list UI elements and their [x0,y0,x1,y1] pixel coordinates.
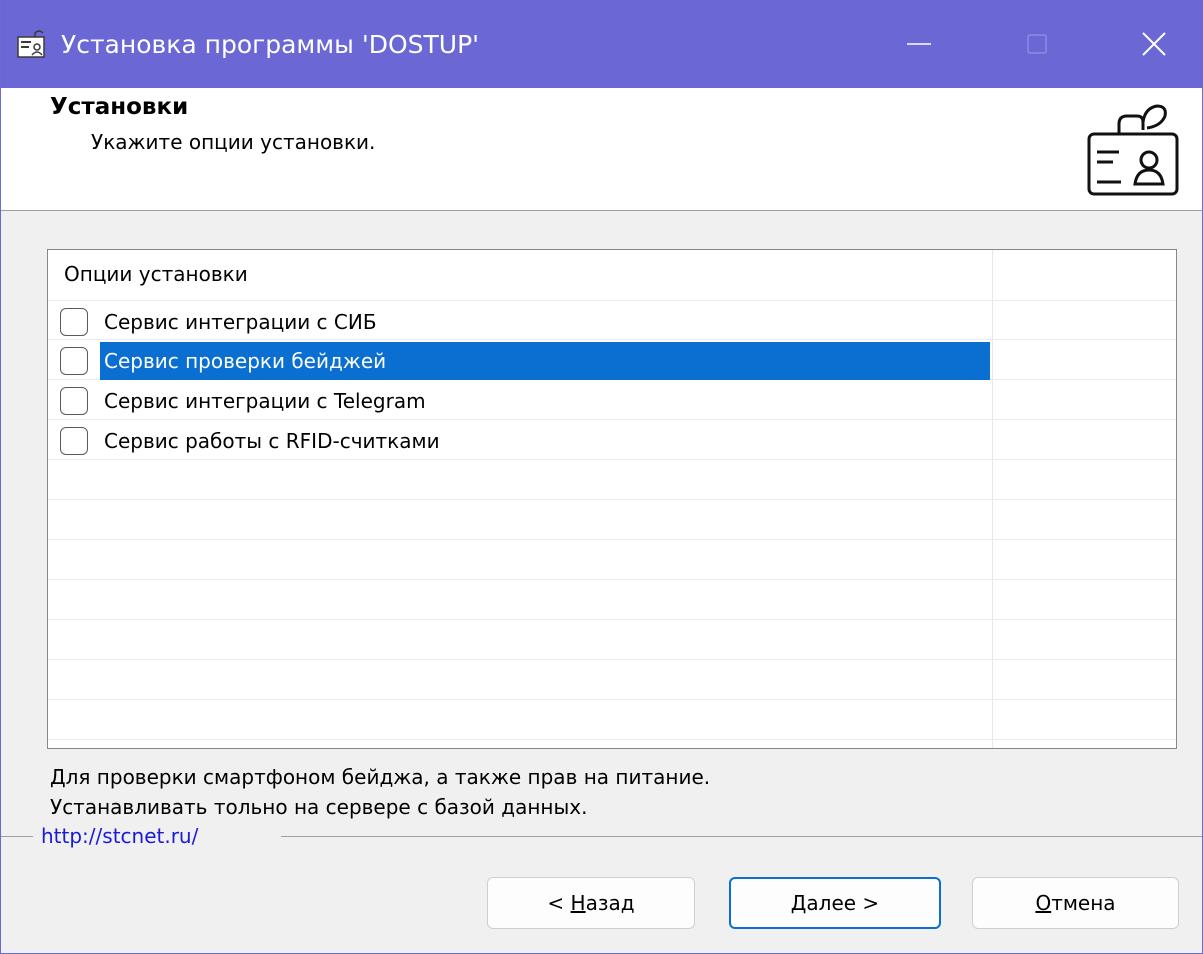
badge-id-card-icon [1087,104,1179,196]
maximize-icon [1027,34,1047,54]
separator [1,836,33,837]
minimize-button[interactable] [889,22,949,66]
website-link[interactable]: http://stcnet.ru/ [41,822,198,850]
maximize-button [1007,22,1067,66]
cancel-button-accel: О [1035,891,1052,915]
option-checkbox-telegram[interactable] [60,387,88,415]
option-checkbox-sib[interactable] [60,308,88,336]
install-options-list[interactable]: Опции установки Сервис интеграции с СИБ … [47,249,1177,749]
option-checkbox-rfid[interactable] [60,427,88,455]
minimize-icon [907,43,931,45]
next-button[interactable]: Далее > [729,877,941,929]
option-row-sib[interactable]: Сервис интеграции с СИБ [48,303,992,341]
back-button-label: азад [585,891,635,915]
option-row-badge-check[interactable]: Сервис проверки бейджей [48,342,992,380]
option-label: Сервис интеграции с СИБ [104,310,377,334]
row-separator [48,539,1176,540]
option-row-telegram[interactable]: Сервис интеграции с Telegram [48,382,992,420]
cancel-button-label: тмена [1051,891,1116,915]
back-button-prefix: < [547,891,571,915]
row-separator [48,619,1176,620]
next-button-accel: Д [790,891,807,915]
page-subtitle: Укажите опции установки. [91,130,376,154]
cancel-button[interactable]: Отмена [972,877,1179,929]
next-button-label: алее > [806,891,880,915]
title-bar: Установка программы 'DOSTUP' [1,0,1203,88]
row-separator [48,300,1176,301]
installer-window: Установка программы 'DOSTUP' Установки У… [0,0,1203,954]
option-label: Сервис работы с RFID-считками [104,429,440,453]
option-label: Сервис проверки бейджей [100,342,990,380]
separator [281,836,1202,837]
back-button[interactable]: < Назад [487,877,695,929]
row-separator [48,699,1176,700]
option-label: Сервис интеграции с Telegram [104,389,426,413]
row-separator [48,659,1176,660]
row-separator [48,739,1176,740]
back-button-accel: Н [570,891,586,915]
close-button[interactable] [1124,22,1184,66]
option-description: Для проверки смартфоном бейджа, а также … [50,762,710,822]
option-checkbox-badge-check[interactable] [60,347,88,375]
row-separator [48,499,1176,500]
close-icon [1142,32,1166,56]
description-line: Устанавливать тольно на сервере с базой … [50,795,588,819]
page-title: Установки [50,94,189,120]
page-header: Установки Укажите опции установки. [1,88,1202,211]
row-separator [48,579,1176,580]
option-row-rfid[interactable]: Сервис работы с RFID-считками [48,422,992,460]
description-line: Для проверки смартфоном бейджа, а также … [50,765,711,789]
installer-app-icon [17,30,45,58]
options-column-header: Опции установки [64,262,248,286]
window-title: Установка программы 'DOSTUP' [61,30,480,59]
